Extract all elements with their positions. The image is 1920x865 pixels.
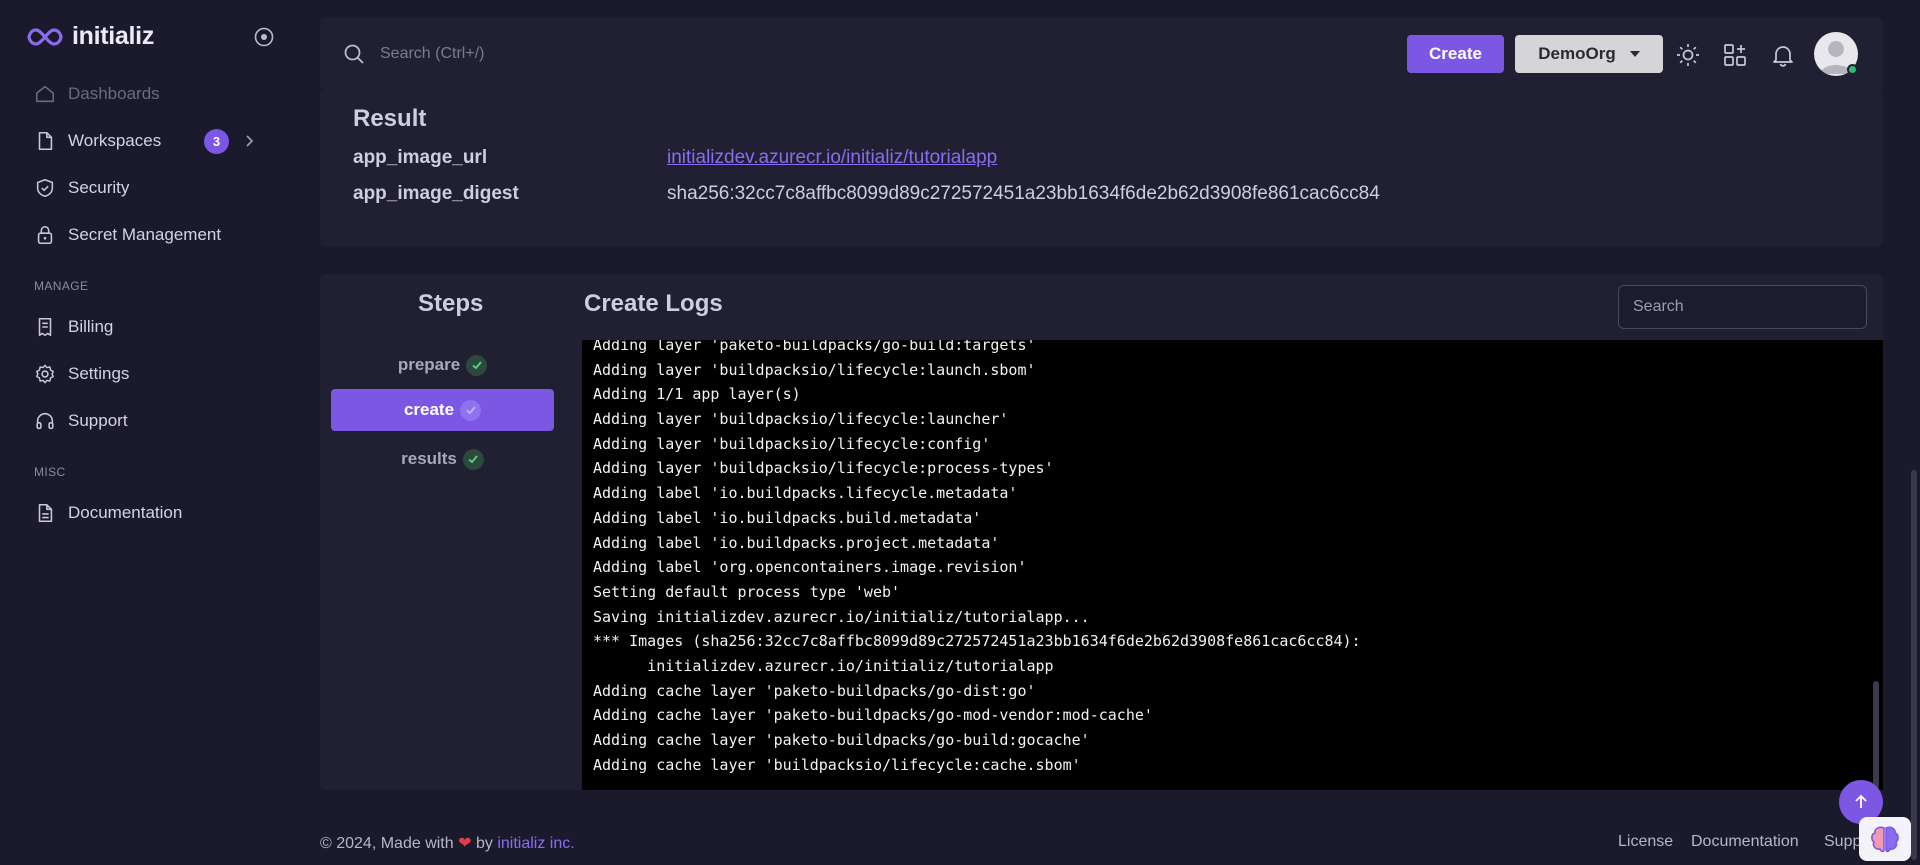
log-line: Adding layer 'buildpacksio/lifecycle:con…: [593, 434, 991, 453]
sidebar-item-settings[interactable]: Settings: [34, 354, 274, 394]
sidebar-item-support[interactable]: Support: [34, 401, 274, 441]
check-icon: [462, 448, 484, 470]
sidebar-item-label: Dashboards: [68, 84, 160, 103]
log-scrollbar[interactable]: [1873, 681, 1879, 789]
sidebar-item-label: Support: [68, 411, 128, 430]
sidebar: initializ Dashboards Workspaces 3 Securi…: [0, 0, 293, 865]
brand[interactable]: initializ: [27, 22, 154, 51]
step-label: results: [401, 449, 457, 468]
footer-link-license[interactable]: License: [1618, 833, 1673, 851]
lock-icon: [37, 225, 53, 245]
check-icon: [466, 354, 488, 376]
by-text: by: [475, 835, 493, 852]
headphones-icon: [36, 412, 54, 430]
log-line: Adding label 'io.buildpacks.project.meta…: [593, 533, 1000, 552]
log-lines: Adding layer 'paketo-buildpacks/go-build…: [593, 340, 1361, 777]
footer-link-support[interactable]: Supp: [1824, 833, 1861, 851]
log-line: *** Images (sha256:32cc7c8affbc8099d89c2…: [593, 632, 1361, 651]
heart-icon: ❤: [458, 835, 472, 852]
sidebar-item-documentation[interactable]: Documentation: [34, 493, 274, 533]
bell-icon[interactable]: [1770, 42, 1796, 68]
log-line: Adding cache layer 'paketo-buildpacks/go…: [593, 706, 1153, 725]
sidebar-collapse-icon[interactable]: [254, 27, 274, 47]
log-line: Adding cache layer 'paketo-buildpacks/go…: [593, 731, 1090, 749]
app-image-digest-value: sha256:32cc7c8affbc8099d89c272572451a23b…: [667, 183, 1380, 204]
org-selector-dropdown[interactable]: DemoOrg: [1515, 35, 1663, 73]
sidebar-item-label: Security: [68, 178, 130, 197]
sidebar-item-dashboards[interactable]: Dashboards: [34, 74, 274, 114]
footer-copyright: © 2024, Made with ❤ by initializ inc.: [320, 833, 575, 853]
check-icon: [460, 399, 482, 421]
step-label: prepare: [397, 355, 461, 374]
search-icon: [344, 44, 364, 64]
section-title-misc: MISC: [34, 465, 66, 479]
sidebar-item-workspaces[interactable]: Workspaces 3: [34, 121, 274, 161]
log-line: Adding layer 'buildpacksio/lifecycle:lau…: [593, 360, 1036, 379]
sidebar-item-billing[interactable]: Billing: [34, 307, 274, 347]
step-prepare[interactable]: prepare: [331, 344, 554, 386]
sun-theme-icon[interactable]: [1675, 42, 1701, 68]
caret-down-icon: [1629, 51, 1640, 57]
document-icon: [38, 503, 53, 523]
step-create[interactable]: create: [331, 389, 554, 431]
sidebar-item-label: Workspaces: [68, 131, 162, 150]
result-key-app-image-digest: app_image_digest: [353, 183, 519, 204]
shield-icon: [36, 178, 54, 198]
sidebar-item-label: Billing: [68, 317, 114, 336]
log-line: Adding 1/1 app layer(s): [593, 385, 801, 404]
arrow-up-icon: [1855, 794, 1867, 808]
org-selector-label: DemoOrg: [1538, 44, 1616, 63]
log-line: Adding label 'io.buildpacks.build.metada…: [593, 508, 982, 527]
logs-card: Steps prepare create results Create Logs…: [320, 274, 1883, 790]
result-title: Result: [353, 105, 427, 132]
log-line: Saving initializdev.azurecr.io/initializ…: [593, 607, 1090, 626]
app-image-url-link[interactable]: initializdev.azurecr.io/initializ/tutori…: [667, 147, 997, 169]
log-line: Setting default process type 'web': [593, 582, 901, 601]
global-search-input[interactable]: [380, 39, 900, 69]
gear-icon: [36, 364, 54, 384]
log-terminal[interactable]: Adding layer 'paketo-buildpacks/go-build…: [582, 340, 1883, 790]
top-bar: Create DemoOrg: [320, 17, 1883, 91]
chevron-right-icon: [246, 135, 254, 147]
workspaces-count-badge: 3: [204, 128, 229, 154]
section-title-manage: MANAGE: [34, 279, 89, 293]
sidebar-item-label: Secret Management: [68, 225, 222, 244]
sidebar-item-label: Settings: [68, 364, 130, 383]
company-link[interactable]: initializ inc.: [497, 835, 574, 852]
page-scrollbar[interactable]: [1911, 470, 1917, 860]
sidebar-item-label: Documentation: [68, 503, 183, 522]
logs-title: Create Logs: [584, 290, 723, 317]
log-line: Adding cache layer 'buildpacksio/lifecyc…: [593, 755, 1081, 774]
create-button[interactable]: Create: [1407, 35, 1504, 73]
receipt-icon: [38, 317, 52, 337]
home-icon: [35, 85, 55, 103]
logs-search-input[interactable]: [1618, 285, 1867, 329]
file-icon: [38, 131, 53, 151]
brand-name: initializ: [72, 22, 155, 50]
sidebar-item-secret-management[interactable]: Secret Management: [34, 215, 274, 255]
footer-link-documentation[interactable]: Documentation: [1691, 833, 1799, 851]
ai-assistant-brain-icon[interactable]: [1859, 817, 1911, 861]
log-line: initializdev.azurecr.io/initializ/tutori…: [593, 656, 1054, 675]
log-line: Adding label 'org.opencontainers.image.r…: [593, 558, 1027, 577]
log-line: Adding cache layer 'paketo-buildpacks/go…: [593, 681, 1036, 700]
step-label: create: [403, 400, 455, 419]
log-line: Adding layer 'buildpacksio/lifecycle:lau…: [593, 410, 1009, 429]
log-line: Adding layer 'buildpacksio/lifecycle:pro…: [593, 459, 1054, 478]
result-card: Result app_image_url initializdev.azurec…: [320, 91, 1883, 247]
apps-grid-add-icon[interactable]: [1722, 42, 1748, 68]
copyright-text: © 2024, Made with: [320, 835, 454, 852]
infinity-logo-icon: [27, 27, 63, 46]
log-line: Adding label 'io.buildpacks.lifecycle.me…: [593, 484, 1018, 503]
sidebar-item-security[interactable]: Security: [34, 168, 274, 208]
step-results[interactable]: results: [331, 438, 554, 480]
online-status-dot: [1847, 64, 1858, 75]
steps-title: Steps: [418, 290, 484, 317]
result-key-app-image-url: app_image_url: [353, 147, 488, 168]
log-line: Adding layer 'paketo-buildpacks/go-build…: [593, 340, 1036, 354]
